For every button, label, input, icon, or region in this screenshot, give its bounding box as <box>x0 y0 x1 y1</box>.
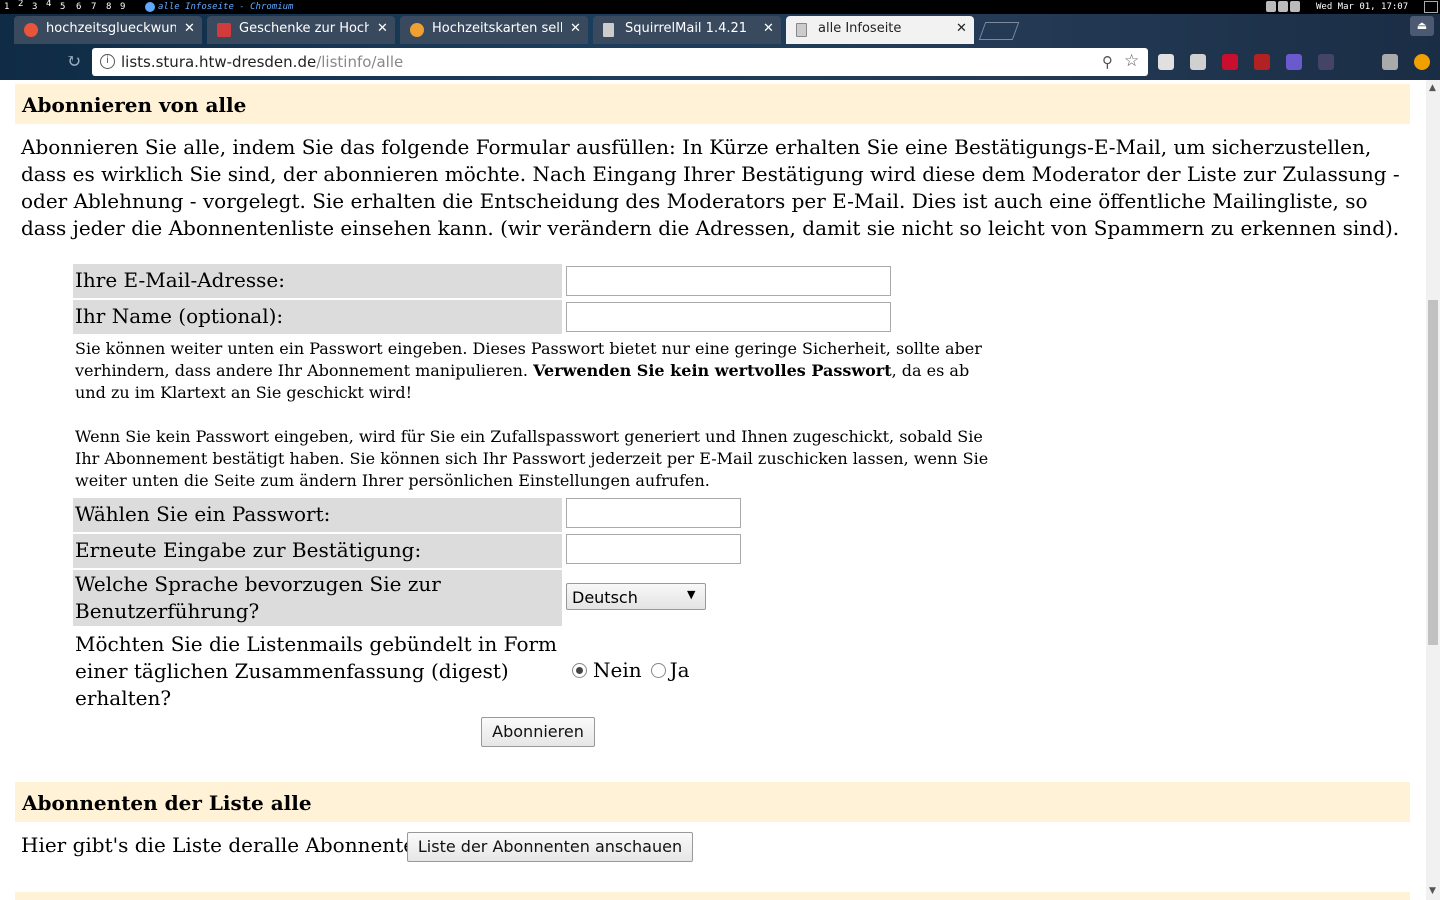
tab-3[interactable]: Hochzeitskarten selbe ✕ <box>400 16 588 44</box>
password-note: Sie können weiter unten ein Passwort ein… <box>75 338 995 404</box>
workspace-3[interactable]: 3 <box>32 0 37 14</box>
extension-icon-2[interactable] <box>1190 54 1206 70</box>
extension-icon-3[interactable] <box>1222 54 1238 70</box>
close-icon[interactable]: ✕ <box>570 21 581 36</box>
workspace-5[interactable]: 5 <box>60 0 65 14</box>
extension-icon-6[interactable] <box>1318 54 1334 70</box>
bookmark-star-icon[interactable]: ☆ <box>1124 51 1139 71</box>
subscribe-section-header: Abonnieren von alle <box>15 84 1410 124</box>
name-field[interactable] <box>566 302 891 332</box>
url-text[interactable]: lists.stura.htw-dresden.de/listinfo/alle <box>121 53 403 71</box>
workspace-9[interactable]: 9 <box>120 0 125 14</box>
page-content: Abonnieren von alle Abonnieren Sie alle,… <box>0 80 1426 900</box>
password-field[interactable] <box>566 498 741 528</box>
scrollbar-thumb[interactable] <box>1428 300 1438 645</box>
digest-yes-radio[interactable] <box>650 662 666 678</box>
tray-box-icon <box>1424 1 1438 13</box>
tab-5-active[interactable]: alle Infoseite ✕ <box>786 16 974 44</box>
tab-label: Geschenke zur Hochzeit <box>239 21 369 36</box>
ublock-icon[interactable] <box>1254 54 1270 70</box>
digest-label: Möchten Sie die Listenmails gebündelt in… <box>75 632 558 710</box>
language-label: Welche Sprache bevorzugen Sie zur Benutz… <box>73 570 562 626</box>
language-selected-value: Deutsch <box>572 588 638 607</box>
random-password-note: Wenn Sie kein Passwort eingeben, wird fü… <box>75 427 989 490</box>
calendar-icon <box>217 23 231 37</box>
scroll-down-icon[interactable]: ▼ <box>1429 886 1436 896</box>
vertical-scrollbar[interactable]: ▲ ▼ <box>1426 80 1440 900</box>
profile-icon[interactable]: ⏏ <box>1410 16 1434 36</box>
digest-no-radio[interactable] <box>572 662 587 678</box>
subscribers-heading: Abonnenten der Liste alle <box>22 791 312 815</box>
subscribers-text: Hier gibt's die Liste deralle Abonnenten… <box>21 833 435 857</box>
reload-icon[interactable]: ↻ <box>66 51 81 72</box>
tab-2[interactable]: Geschenke zur Hochzeit ✕ <box>207 16 395 44</box>
email-label: Ihre E-Mail-Adresse: <box>73 264 562 298</box>
workspace-4[interactable]: 4 <box>46 0 51 11</box>
workspace-1[interactable]: 1 <box>4 0 9 14</box>
tab-label: SquirrelMail 1.4.21 <box>625 21 748 36</box>
clock: Wed Mar 01, 17:07 <box>1316 2 1409 12</box>
extension-icon-1[interactable] <box>1158 54 1174 70</box>
volume-icon <box>1278 1 1288 12</box>
system-top-bar: 1 2 3 4 5 6 7 8 9 alle Infoseite - Chrom… <box>0 0 1440 14</box>
extension-icon-7[interactable] <box>1382 54 1398 70</box>
tab-label: hochzeitsglueckwunsch <box>46 21 176 36</box>
orange-site-icon <box>410 23 424 37</box>
close-icon[interactable]: ✕ <box>956 21 967 36</box>
language-select[interactable]: Deutsch ▼ <box>566 583 706 610</box>
workspace-6[interactable]: 6 <box>76 0 81 14</box>
new-tab-button[interactable] <box>978 22 1020 40</box>
close-icon[interactable]: ✕ <box>377 21 388 36</box>
close-icon[interactable]: ✕ <box>763 21 774 36</box>
workspace-7[interactable]: 7 <box>91 0 96 14</box>
info-icon[interactable]: i <box>100 54 115 69</box>
next-section-header <box>15 892 1410 900</box>
url-path: /listinfo/alle <box>316 53 404 71</box>
tab-1[interactable]: hochzeitsglueckwunsch ✕ <box>14 16 202 44</box>
page-icon <box>796 23 807 37</box>
digest-yes-label: Ja <box>669 658 690 682</box>
system-tray-icons <box>1266 1 1300 12</box>
subscribe-heading: Abonnieren von alle <box>22 93 247 117</box>
password-warning-bold: Verwenden Sie kein wertvolles Passwort <box>533 361 892 380</box>
workspace-8[interactable]: 8 <box>106 0 111 14</box>
dropdown-arrow-icon: ▼ <box>687 588 696 601</box>
confirm-password-field[interactable] <box>566 534 741 564</box>
chromium-icon <box>145 2 155 12</box>
subscribe-button[interactable]: Abonnieren <box>481 717 595 747</box>
wifi-icon <box>1290 1 1300 12</box>
tab-label: alle Infoseite <box>818 21 902 36</box>
workspace-2[interactable]: 2 <box>18 0 23 11</box>
page-icon <box>603 23 614 37</box>
warning-icon[interactable] <box>1414 54 1430 70</box>
password-label: Wählen Sie ein Passwort: <box>73 498 562 532</box>
url-host: lists.stura.htw-dresden.de <box>121 53 317 71</box>
email-field[interactable] <box>566 266 891 296</box>
subscribers-section-header: Abonnenten der Liste alle <box>15 782 1410 822</box>
window-title: alle Infoseite - Chromium <box>158 2 294 12</box>
extension-icon-5[interactable] <box>1286 54 1302 70</box>
address-bar[interactable]: i lists.stura.htw-dresden.de/listinfo/al… <box>92 48 1148 76</box>
tab-4[interactable]: SquirrelMail 1.4.21 ✕ <box>593 16 781 44</box>
subscribe-intro: Abonnieren Sie alle, indem Sie das folge… <box>21 135 1400 240</box>
scroll-up-icon[interactable]: ▲ <box>1429 83 1436 93</box>
confirm-password-label: Erneute Eingabe zur Bestätigung: <box>73 534 562 568</box>
close-icon[interactable]: ✕ <box>184 21 195 36</box>
battery-icon <box>1266 1 1276 12</box>
browser-chrome: hochzeitsglueckwunsch ✕ Geschenke zur Ho… <box>0 14 1440 80</box>
digest-radio-group: Nein Ja <box>572 658 690 682</box>
view-subscribers-button[interactable]: Liste der Abonnenten anschauen <box>407 832 693 862</box>
zoom-icon[interactable]: ⚲ <box>1102 53 1113 71</box>
digest-no-label: Nein <box>593 658 642 682</box>
name-label: Ihr Name (optional): <box>73 300 562 334</box>
duckduckgo-icon <box>24 23 38 37</box>
tab-label: Hochzeitskarten selbe <box>432 21 562 36</box>
